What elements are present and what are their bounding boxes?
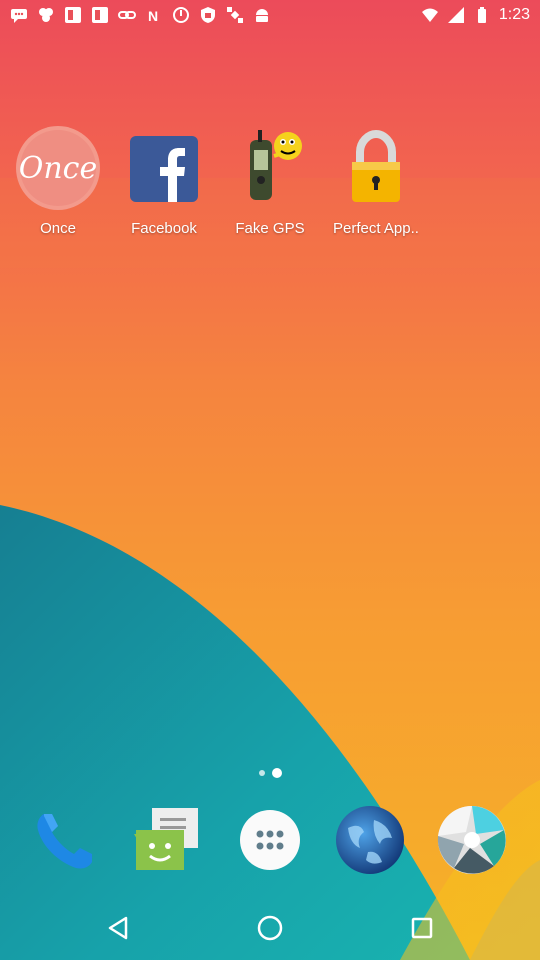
- system-status: 1:23: [421, 6, 530, 24]
- app-once[interactable]: Once Once: [6, 126, 110, 237]
- home-button[interactable]: [252, 910, 288, 946]
- dock-app-drawer[interactable]: [234, 804, 306, 876]
- dock-phone[interactable]: [30, 804, 102, 876]
- wifi-icon: [421, 8, 438, 22]
- nfc-icon: N: [148, 8, 158, 24]
- alarm-icon: [173, 7, 189, 23]
- status-bar: N 1:23: [0, 0, 540, 32]
- chat-icon: [11, 9, 27, 23]
- clock: 1:23: [498, 6, 530, 23]
- app-facebook[interactable]: Facebook: [112, 126, 216, 237]
- page-indicator: [259, 768, 282, 778]
- phone-icon: [37, 814, 92, 869]
- notification-box-icon: [65, 7, 81, 23]
- signal-icon: [447, 7, 464, 23]
- camera-shutter-icon: [437, 805, 506, 874]
- back-button[interactable]: [100, 910, 136, 946]
- navigation-bar: [0, 896, 540, 960]
- recents-button[interactable]: [404, 910, 440, 946]
- app-label: Perfect App..: [333, 220, 419, 237]
- dock-messenger[interactable]: [130, 804, 202, 876]
- app-label: Once: [40, 220, 76, 237]
- dock-browser[interactable]: [334, 804, 406, 876]
- browser-globe-icon: [336, 806, 404, 874]
- app-label: Fake GPS: [235, 220, 305, 237]
- app-fake-gps[interactable]: Fake GPS: [218, 126, 322, 237]
- app-label: Facebook: [131, 220, 197, 237]
- facebook-icon: [122, 126, 206, 210]
- padlock-icon: [334, 126, 418, 210]
- svg-text:Once: Once: [19, 151, 97, 186]
- svg-text:N: N: [148, 8, 158, 24]
- bird-icon: [39, 8, 53, 22]
- battery-icon: [477, 7, 486, 23]
- security-icon: [201, 7, 215, 23]
- home-screen: N 1:23 Once Once Facebook Fake GPS Perfe…: [0, 0, 540, 960]
- app-perfect-app-lock[interactable]: Perfect App..: [324, 126, 428, 237]
- fake-gps-icon: [228, 126, 312, 210]
- once-icon: Once: [16, 126, 100, 210]
- dock-camera[interactable]: [436, 804, 508, 876]
- android-icon: [256, 9, 268, 22]
- satellite-icon: [227, 7, 243, 23]
- notification-icons: N: [10, 6, 271, 24]
- messenger-icon: [134, 808, 198, 870]
- app-drawer-icon: [240, 810, 300, 870]
- notification-box-icon: [92, 7, 108, 23]
- link-icon: [118, 11, 136, 19]
